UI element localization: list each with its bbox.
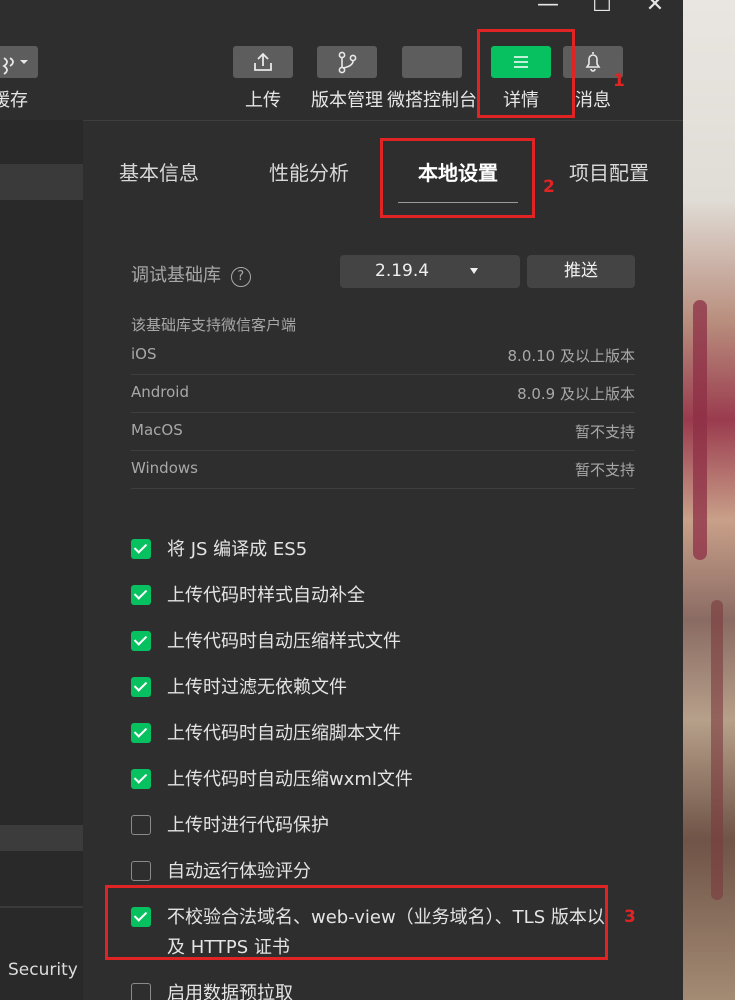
tab-performance[interactable]: 性能分析 [269,157,349,186]
cache-button[interactable] [0,46,38,78]
version-manage-button[interactable]: 版本管理 [311,46,383,112]
upload-button[interactable]: 上传 [233,46,293,112]
devtools-window: — ☐ ✕ 缓存 上传 版本管理 微搭控制台 详情 消息 Security 基本… [0,0,683,1000]
option-label: 上传代码时自动压缩wxml文件 [167,769,413,790]
support-version: 8.0.9 及以上版本 [517,385,635,403]
checkbox[interactable] [131,769,151,789]
weda-console-box [402,46,462,78]
base-lib-version-value: 2.19.4 [375,261,430,281]
annotation-number-3: 3 [624,907,636,927]
chevron-down-icon [470,268,478,274]
wallpaper-plant [711,600,723,900]
clear-cache-icon [2,57,28,75]
checkbox[interactable] [131,539,151,559]
base-lib-label: 调试基础库 ? [131,261,251,287]
annotation-number-1: 1 [613,71,625,91]
checkbox[interactable] [131,861,151,881]
weda-console-label: 微搭控制台 [387,90,477,111]
base-lib-version-select[interactable]: 2.19.4 [340,255,520,288]
checkbox[interactable] [131,723,151,743]
checkbox[interactable] [131,585,151,605]
push-button[interactable]: 推送 [527,255,635,288]
option-label: 上传代码时自动压缩样式文件 [167,631,401,652]
checkbox[interactable] [131,815,151,835]
option-label: 上传时过滤无依赖文件 [167,677,347,698]
support-title: 该基础库支持微信客户端 [131,316,297,334]
support-row: Android 8.0.9 及以上版本 [131,375,635,413]
upload-label: 上传 [245,90,281,111]
option-label: 将 JS 编译成 ES5 [167,539,308,560]
annotation-box-1 [477,29,575,118]
checkbox[interactable] [131,983,151,1000]
base-lib-label-text: 调试基础库 [131,265,221,286]
minimize-icon[interactable]: — [534,0,562,20]
close-icon[interactable]: ✕ [641,0,669,20]
left-panel: Security [0,120,83,1000]
annotation-box-3 [105,885,608,960]
maximize-icon[interactable]: ☐ [588,0,616,20]
support-version: 暂不支持 [574,461,635,479]
support-os: Windows [131,459,198,477]
weda-console-button[interactable]: 微搭控制台 [387,46,477,112]
upload-icon [254,52,272,71]
support-version: 8.0.10 及以上版本 [507,347,635,365]
support-row: MacOS 暂不支持 [131,413,635,451]
wallpaper-plant [693,300,707,560]
left-panel-tab[interactable] [0,164,83,200]
support-os: MacOS [131,421,183,439]
cache-label: 缓存 [0,90,28,111]
option-label: 上传时进行代码保护 [167,815,329,836]
details-panel: 基本信息 性能分析 本地设置 项目配置 调试基础库 ? 2.19.4 推送 该基… [83,120,683,1000]
title-bar: — ☐ ✕ [0,0,683,20]
annotation-number-2: 2 [543,177,555,197]
option-label: 上传代码时自动压缩脚本文件 [167,723,401,744]
checkbox[interactable] [131,677,151,697]
left-panel-divider [0,906,83,908]
tab-project-config[interactable]: 项目配置 [569,157,649,186]
checkbox[interactable] [131,631,151,651]
left-panel-divider [0,825,83,851]
support-row: Windows 暂不支持 [131,451,635,489]
support-os: Android [131,383,189,401]
help-icon[interactable]: ? [230,267,251,287]
option-label: 自动运行体验评分 [167,861,311,882]
support-os: iOS [131,345,157,363]
option-label: 上传代码时样式自动补全 [167,585,365,606]
desktop-wallpaper [683,0,735,1000]
toolbar: 缓存 上传 版本管理 微搭控制台 详情 消息 [0,20,683,120]
option-label: 启用数据预拉取 [167,983,293,1000]
branch-icon [338,51,357,74]
security-tab[interactable]: Security [8,960,78,980]
annotation-box-2 [380,138,535,218]
support-version: 暂不支持 [574,423,635,441]
support-row: iOS 8.0.10 及以上版本 [131,337,635,375]
tab-basic-info[interactable]: 基本信息 [119,157,199,186]
version-manage-label: 版本管理 [311,90,383,111]
